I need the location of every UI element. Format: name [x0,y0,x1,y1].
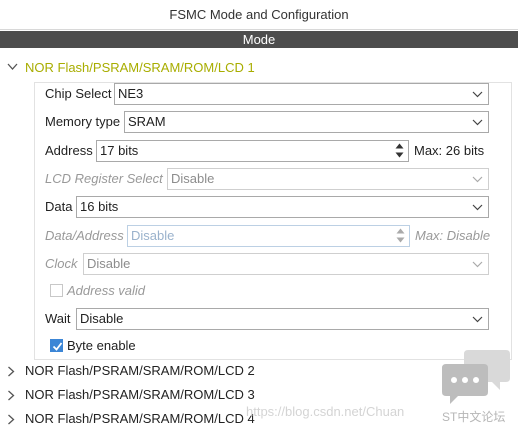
data-address-label: Data/Address [45,228,124,243]
arrow-down-icon[interactable] [395,152,404,158]
data-address-value: Disable [131,228,175,243]
chat-bubbles-icon [442,350,510,404]
data-value: 16 bits [80,199,119,214]
chip-select-dropdown[interactable]: NE3 [114,83,489,105]
chevron-down-icon [472,119,483,126]
chevron-down-icon [472,316,483,323]
arrow-up-icon[interactable] [395,143,404,149]
data-address-max: Max: Disable [415,228,491,243]
byte-enable-checkbox[interactable] [50,339,63,352]
wait-label: Wait [45,311,71,326]
lcd-register-select-label: LCD Register Select [45,171,163,186]
data-address-spinner-buttons[interactable] [393,226,409,246]
section-lcd-3-label: NOR Flash/PSRAM/SRAM/ROM/LCD 3 [25,387,255,402]
data-address-spinner[interactable]: Disable [127,225,410,247]
lcd-register-select-dropdown[interactable]: Disable [167,168,489,190]
watermark-url: https://blog.csdn.net/Chuan [246,404,405,419]
chevron-right-icon[interactable] [6,360,20,382]
memory-type-dropdown[interactable]: SRAM [124,111,489,133]
lcd-register-select-value: Disable [171,171,215,186]
address-valid-row: Address valid [50,280,250,302]
address-spinner[interactable]: 17 bits [96,140,409,162]
address-valid-label: Address valid [67,283,146,298]
address-max: Max: 26 bits [414,143,485,158]
chip-select-label: Chip Select [45,86,112,101]
watermark-brand: ST中文论坛 [442,410,506,424]
address-label: Address [45,143,93,158]
section-lcd-2-label: NOR Flash/PSRAM/SRAM/ROM/LCD 2 [25,363,255,378]
arrow-up-icon[interactable] [396,228,405,234]
chip-select-value: NE3 [118,86,144,101]
mode-bar: Mode [0,31,518,48]
data-label: Data [45,199,73,214]
section-lcd-1-label: NOR Flash/PSRAM/SRAM/ROM/LCD 1 [25,60,255,75]
section-lcd-1[interactable]: NOR Flash/PSRAM/SRAM/ROM/LCD 1 [0,57,518,79]
memory-type-value: SRAM [128,114,166,129]
chevron-down-icon[interactable] [6,57,20,79]
chevron-down-icon [472,204,483,211]
address-spinner-buttons[interactable] [392,141,408,161]
byte-enable-row: Byte enable [50,335,250,357]
chevron-down-icon [472,176,483,183]
wait-value: Disable [80,311,124,326]
address-value: 17 bits [100,143,139,158]
chevron-right-icon[interactable] [6,408,20,430]
address-valid-checkbox[interactable] [50,284,63,297]
checkmark-icon [52,342,63,351]
byte-enable-label: Byte enable [67,338,136,353]
clock-dropdown[interactable]: Disable [83,253,489,275]
chevron-down-icon [472,261,483,268]
section-lcd-4-label: NOR Flash/PSRAM/SRAM/ROM/LCD 4 [25,411,255,426]
chevron-down-icon [472,91,483,98]
wait-dropdown[interactable]: Disable [76,308,489,330]
panel-title: FSMC Mode and Configuration [0,0,518,30]
data-dropdown[interactable]: 16 bits [76,196,489,218]
chevron-right-icon[interactable] [6,384,20,406]
arrow-down-icon[interactable] [396,237,405,243]
clock-value: Disable [87,256,131,271]
clock-label: Clock [45,256,78,271]
memory-type-label: Memory type [45,114,121,129]
